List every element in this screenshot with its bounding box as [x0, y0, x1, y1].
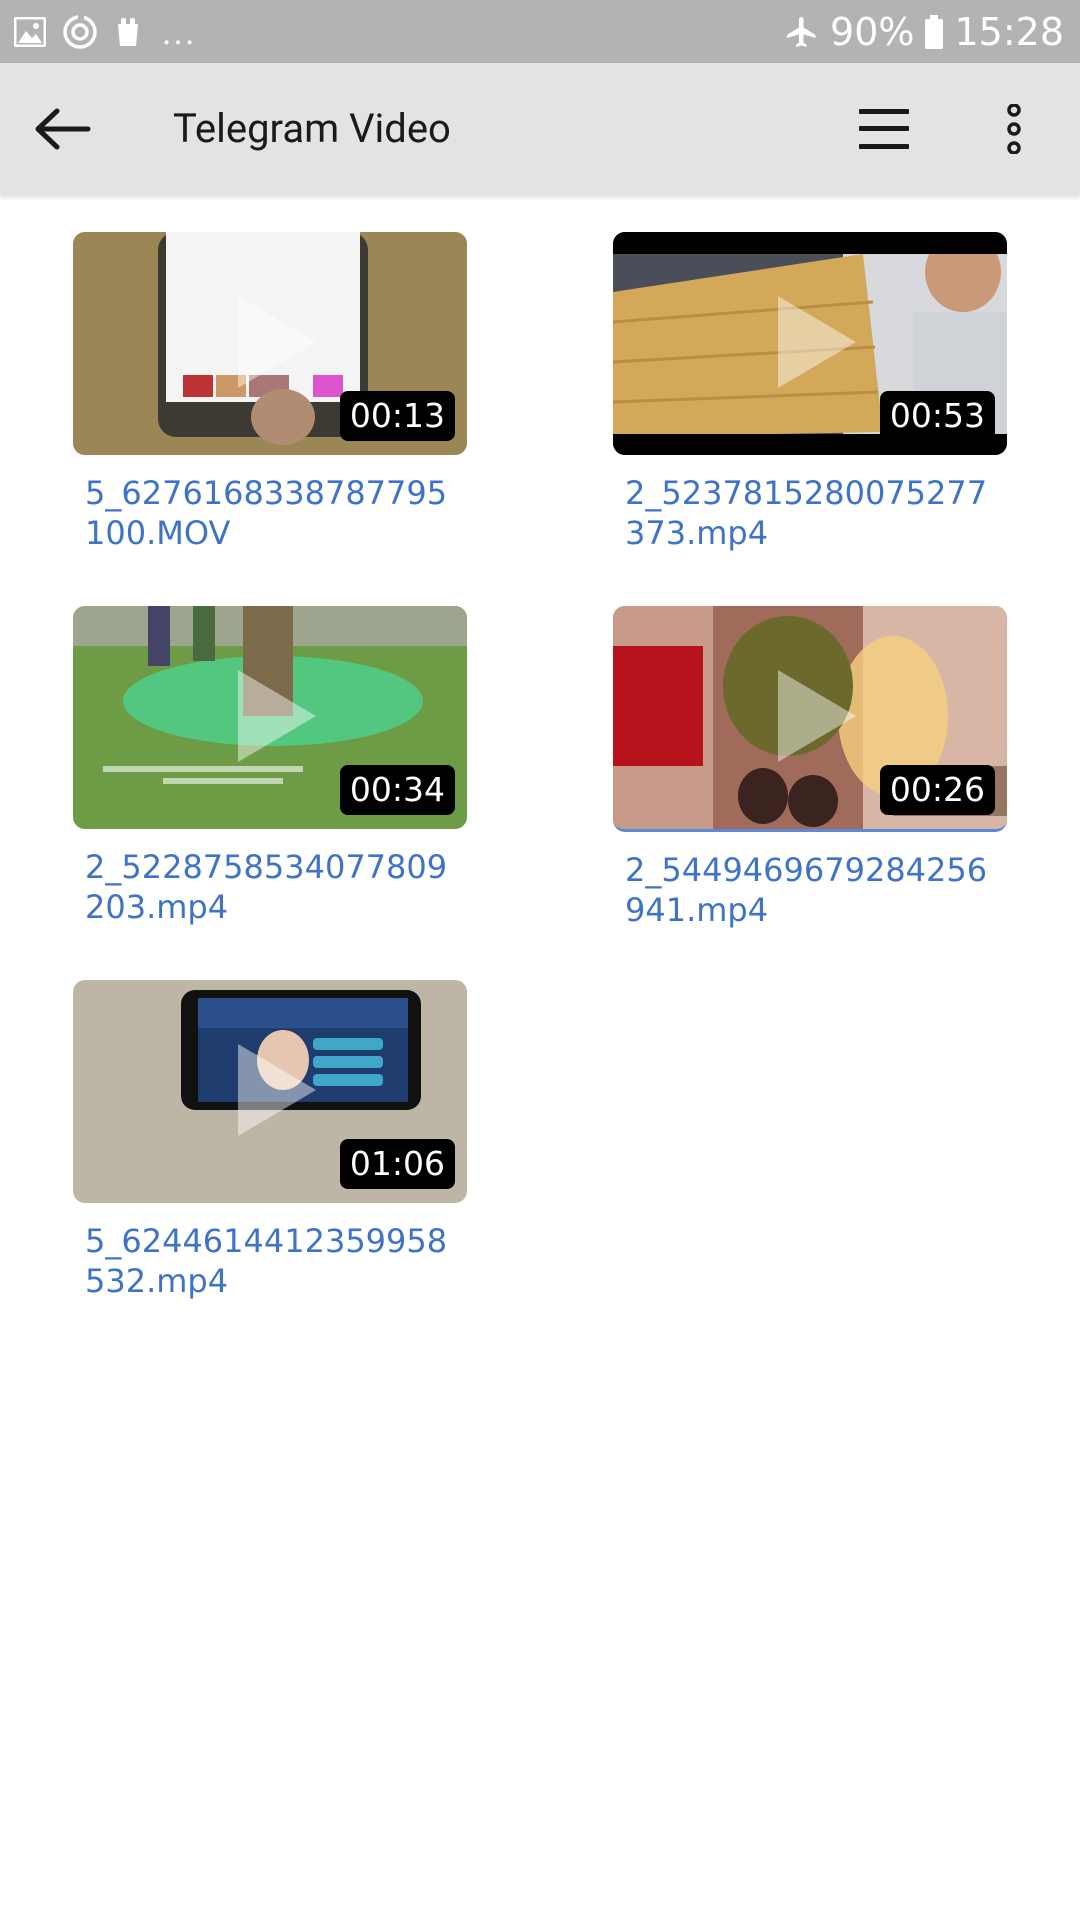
clock: 15:28 — [954, 10, 1064, 54]
sync-icon — [63, 15, 97, 49]
arrow-left-icon — [35, 108, 91, 150]
more-vertical-icon — [1007, 104, 1021, 154]
notification-icons: ... — [14, 13, 196, 51]
video-tile[interactable]: 01:06 5_6244614412359958532.mp4 — [73, 980, 467, 1301]
video-thumbnail[interactable]: 00:26 — [613, 606, 1007, 832]
video-duration: 00:26 — [879, 765, 995, 815]
more-notifications: ... — [162, 11, 197, 53]
video-duration: 01:06 — [339, 1139, 455, 1189]
video-filename[interactable]: 2_5237815280075277373.mp4 — [613, 473, 1005, 553]
video-filename[interactable]: 2_5228758534077809203.mp4 — [73, 847, 465, 927]
video-thumbnail[interactable]: 00:53 — [613, 232, 1007, 455]
video-filename[interactable]: 5_6244614412359958532.mp4 — [73, 1221, 465, 1301]
back-button[interactable] — [28, 97, 96, 161]
app-icon — [118, 18, 138, 46]
battery-icon — [925, 15, 944, 49]
play-icon — [778, 670, 856, 762]
toolbar: Telegram Video — [0, 63, 1080, 195]
more-options-button[interactable] — [990, 97, 1038, 161]
video-thumbnail[interactable]: 01:06 — [73, 980, 467, 1203]
play-icon — [238, 1044, 316, 1136]
system-status: 90% 15:28 — [784, 8, 1064, 56]
video-tile[interactable]: 00:13 5_6276168338787795100.MOV — [73, 232, 467, 553]
video-tile[interactable]: 00:26 2_5449469679284256941.mp4 — [613, 606, 1007, 930]
hamburger-icon — [859, 109, 909, 149]
gallery-icon — [14, 17, 46, 47]
video-filename[interactable]: 5_6276168338787795100.MOV — [73, 473, 465, 553]
play-icon — [238, 670, 316, 762]
video-duration: 00:13 — [339, 391, 455, 441]
view-menu-button[interactable] — [854, 99, 914, 159]
page-title: Telegram Video — [173, 105, 451, 152]
status-bar: ... 90% 15:28 — [0, 0, 1080, 63]
airplane-icon — [787, 17, 816, 47]
video-duration: 00:53 — [879, 391, 995, 441]
battery-percent: 90% — [830, 10, 915, 54]
video-thumbnail[interactable]: 00:13 — [73, 232, 467, 455]
video-filename[interactable]: 2_5449469679284256941.mp4 — [613, 850, 1005, 930]
video-thumbnail[interactable]: 00:34 — [73, 606, 467, 829]
video-tile[interactable]: 00:53 2_5237815280075277373.mp4 — [613, 232, 1007, 553]
video-duration: 00:34 — [339, 765, 455, 815]
video-tile[interactable]: 00:34 2_5228758534077809203.mp4 — [73, 606, 467, 927]
play-icon — [238, 296, 316, 388]
play-icon — [778, 296, 856, 388]
